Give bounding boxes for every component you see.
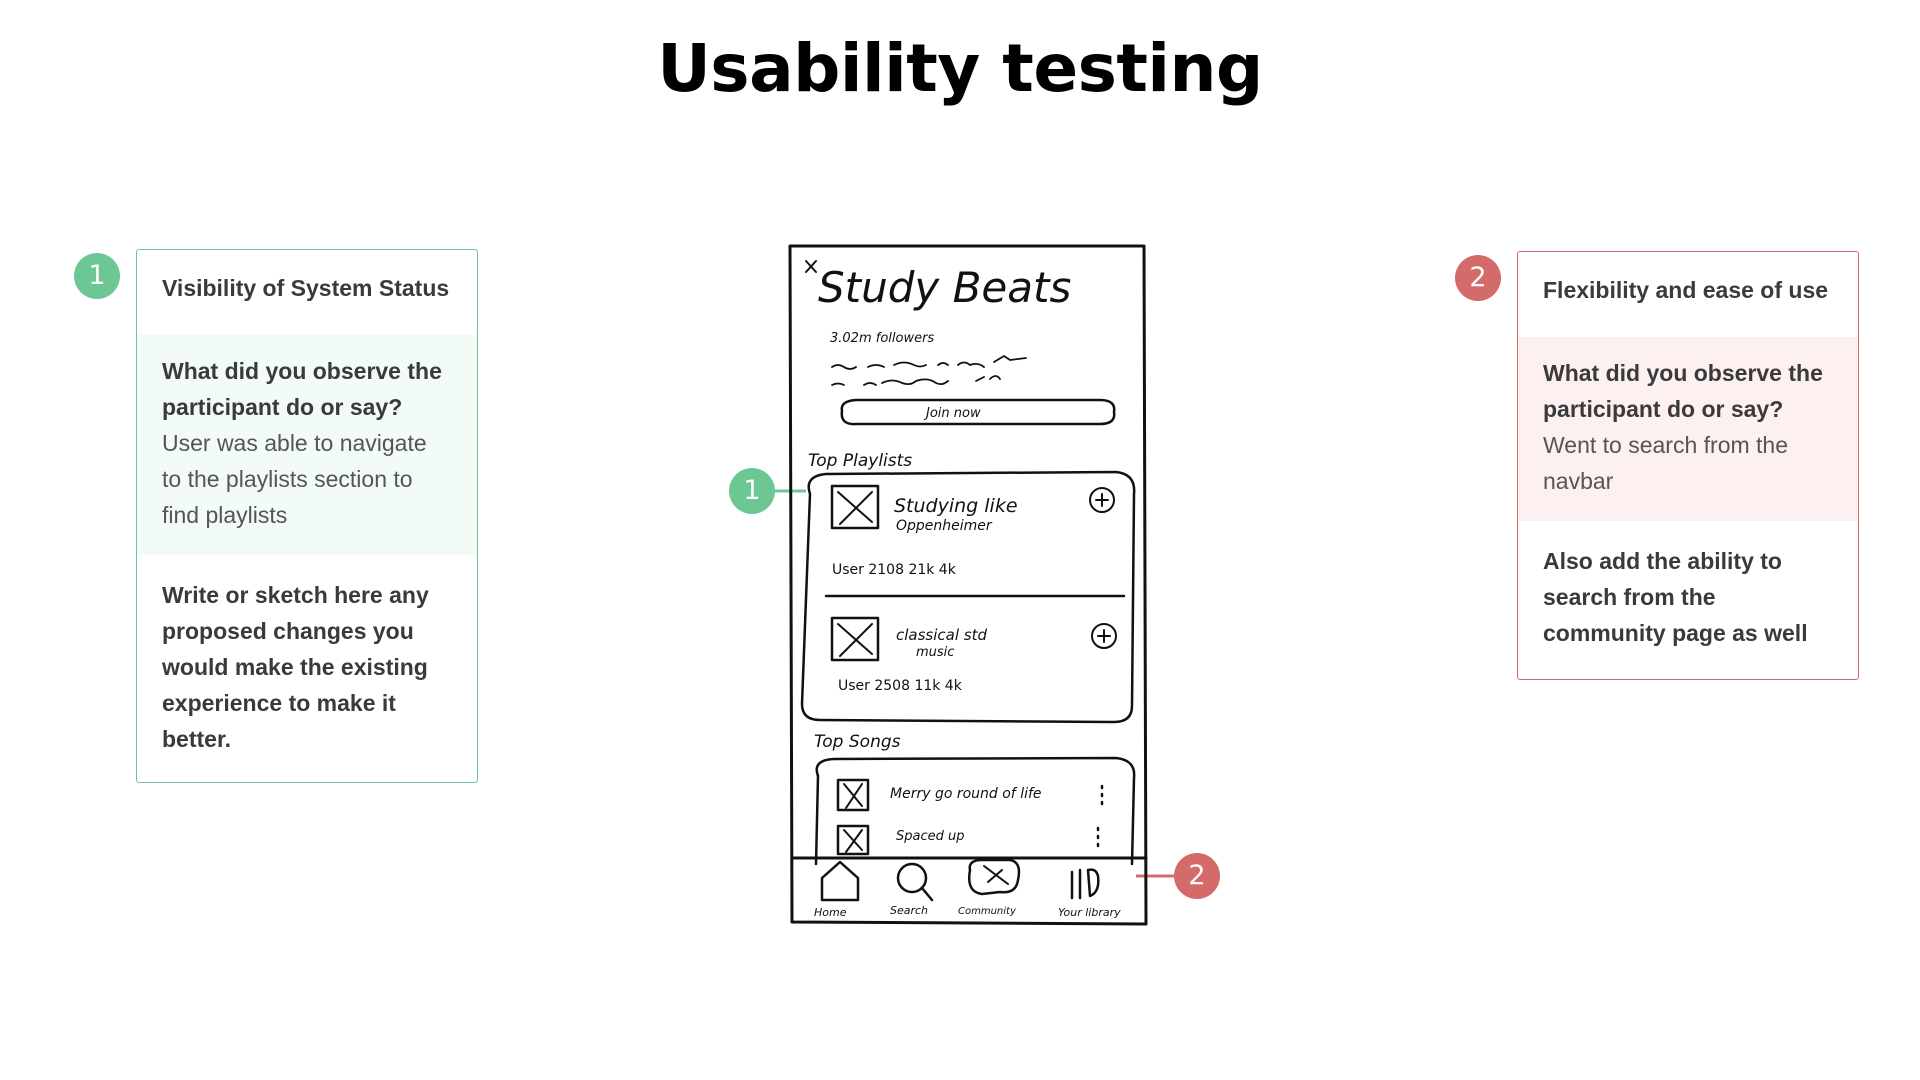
- sketch-nav-library: Your library: [1058, 906, 1121, 919]
- callout-2-badge: 2: [1174, 853, 1220, 899]
- page-title: Usability testing: [657, 30, 1263, 107]
- card-right-proposal: Also add the ability to search from the …: [1543, 548, 1808, 646]
- sketch-playlist-1-name: Studying like: [894, 495, 1018, 517]
- card-left-prompt: Write or sketch here any proposed change…: [162, 582, 429, 752]
- sketch-nav-search: Search: [890, 904, 928, 917]
- sketch-nav-home: Home: [814, 906, 847, 919]
- heuristic-card-right: Flexibility and ease of use What did you…: [1517, 251, 1859, 680]
- sketch-top-songs-label: Top Songs: [814, 732, 901, 752]
- card-left-header: Visibility of System Status: [137, 250, 477, 335]
- sketch-song-1: Merry go round of life: [890, 786, 1042, 802]
- badge-2: 2: [1455, 255, 1501, 301]
- sketch-playlist-2-meta: User 2508 11k 4k: [838, 678, 963, 694]
- card-right-heading: Flexibility and ease of use: [1543, 277, 1829, 303]
- card-left-observation-section: What did you observe the participant do …: [137, 335, 477, 555]
- card-left-observation: User was able to navigate to the playlis…: [162, 430, 427, 528]
- sketch-playlist-1-subtitle: Oppenheimer: [896, 518, 993, 534]
- heuristic-card-left: Visibility of System Status What did you…: [136, 249, 478, 783]
- sketch-title: Study Beats: [818, 263, 1071, 312]
- card-right-observation-section: What did you observe the participant do …: [1518, 337, 1858, 521]
- badge-1: 1: [74, 253, 120, 299]
- sketch-playlist-1-meta: User 2108 21k 4k: [832, 562, 957, 578]
- sketch-song-2: Spaced up: [896, 829, 965, 844]
- sketch-top-playlists-label: Top Playlists: [808, 451, 912, 471]
- callout-1-badge: 1: [729, 468, 775, 514]
- card-left-heading: Visibility of System Status: [162, 275, 450, 301]
- card-right-question: What did you observe the participant do …: [1543, 360, 1823, 422]
- card-left-question: What did you observe the participant do …: [162, 358, 442, 420]
- sketch-nav-community: Community: [958, 906, 1017, 917]
- sketch-followers: 3.02m followers: [830, 331, 934, 346]
- sketch-join-button: Join now: [923, 406, 981, 421]
- card-left-proposal-section: Write or sketch here any proposed change…: [137, 555, 477, 757]
- card-right-header: Flexibility and ease of use: [1518, 252, 1858, 337]
- card-right-proposal-section: Also add the ability to search from the …: [1518, 521, 1858, 651]
- wireframe-sketch: Study Beats 3.02m followers Join now Top…: [788, 244, 1148, 926]
- card-right-observation: Went to search from the navbar: [1543, 432, 1789, 494]
- sketch-playlist-2-subtitle: music: [916, 645, 954, 660]
- sketch-playlist-2-name: classical std: [896, 626, 987, 644]
